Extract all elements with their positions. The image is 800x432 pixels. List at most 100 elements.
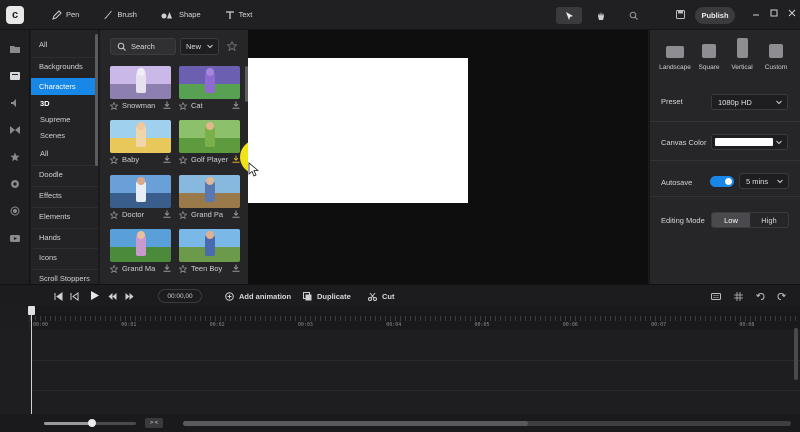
settings-icon[interactable] [10, 179, 20, 189]
subcategory-scenes[interactable]: Scenes [31, 127, 98, 143]
skip-start-icon[interactable] [54, 292, 63, 301]
download-icon[interactable] [163, 264, 171, 272]
play-icon[interactable] [89, 290, 100, 301]
audio-icon[interactable] [10, 98, 20, 108]
zoom-slider-handle[interactable] [88, 419, 96, 427]
duplicate-label: Duplicate [317, 292, 351, 301]
star-icon[interactable] [179, 101, 187, 110]
asset-tile[interactable]: Grand Pa [179, 175, 240, 219]
magnifier-icon [629, 11, 638, 20]
star-icon[interactable] [110, 210, 118, 219]
keyboard-icon[interactable] [711, 292, 721, 301]
maximize-icon[interactable] [770, 9, 778, 17]
asset-tile[interactable]: Golf Player [179, 120, 240, 164]
category-characters[interactable]: Characters [31, 78, 98, 95]
asset-tile[interactable]: Doctor [110, 175, 171, 219]
sort-select[interactable]: New [180, 38, 219, 55]
autosave-interval-select[interactable]: 5 mins [739, 173, 789, 189]
ratio-custom[interactable]: Custom [759, 42, 793, 71]
record-icon[interactable] [10, 206, 20, 216]
folder-icon[interactable] [10, 44, 20, 54]
duplicate-button[interactable]: Duplicate [303, 292, 351, 301]
pen-tool[interactable]: Pen [52, 9, 79, 20]
download-icon[interactable] [163, 101, 171, 109]
category-scroll-stoppers[interactable]: Scroll Stoppers [31, 269, 98, 284]
toggle-knob [725, 178, 732, 185]
redo-icon[interactable] [777, 292, 786, 301]
asset-tile[interactable]: Baby [110, 120, 171, 164]
editing-mode-high[interactable]: High [750, 213, 788, 227]
star-icon[interactable] [179, 155, 187, 164]
ratio-vertical-label: Vertical [731, 64, 753, 71]
star-icon[interactable] [110, 264, 118, 273]
download-icon[interactable] [163, 155, 171, 163]
category-effects[interactable]: Effects [31, 186, 98, 203]
category-icons[interactable]: Icons [31, 248, 98, 265]
library-icon[interactable] [10, 71, 20, 81]
autosave-toggle[interactable] [710, 176, 734, 187]
asset-search-input[interactable]: Search [110, 38, 176, 55]
ratio-vertical[interactable]: Vertical [725, 38, 759, 71]
brush-tool[interactable]: Brush [103, 10, 137, 20]
landscape-icon [666, 46, 684, 58]
pan-mode-button[interactable] [588, 7, 614, 24]
select-mode-button[interactable] [556, 7, 582, 24]
editing-mode-low[interactable]: Low [712, 213, 750, 227]
ratio-landscape[interactable]: Landscape [658, 42, 692, 71]
preset-select[interactable]: 1080p HD [711, 94, 788, 110]
star-icon[interactable] [179, 210, 187, 219]
timeline-vertical-scrollbar[interactable] [794, 328, 798, 380]
rewind-icon[interactable] [108, 292, 117, 301]
cut-button[interactable]: Cut [368, 292, 395, 301]
canvas[interactable] [248, 58, 468, 203]
category-elements[interactable]: Elements [31, 207, 98, 224]
category-hands[interactable]: Hands [31, 228, 98, 245]
timeline-scroll-thumb[interactable] [183, 421, 528, 426]
category-backgrounds[interactable]: Backgrounds [31, 57, 98, 74]
close-icon[interactable] [788, 9, 796, 17]
timeline-ruler[interactable]: 00:00 00:01 00:02 00:03 00:04 00:05 00:06 00:07… [30, 306, 800, 330]
video-icon[interactable] [10, 233, 20, 243]
app-logo[interactable]: c [6, 5, 24, 24]
favorites-icon[interactable] [10, 152, 20, 162]
star-icon[interactable] [110, 101, 118, 110]
star-icon[interactable] [179, 264, 187, 273]
save-icon[interactable] [676, 10, 685, 19]
minimize-icon[interactable] [752, 9, 760, 17]
shape-tool[interactable]: Shape [161, 10, 201, 20]
undo-icon[interactable] [756, 292, 765, 301]
ratio-custom-label: Custom [764, 64, 788, 71]
star-icon[interactable] [110, 155, 118, 164]
playhead-handle[interactable] [28, 306, 35, 315]
current-time-field[interactable]: 00:00,00 [158, 289, 202, 303]
category-doodle[interactable]: Doodle [31, 165, 98, 182]
transitions-icon[interactable] [10, 125, 20, 135]
download-icon[interactable] [232, 101, 240, 109]
fit-timeline-button[interactable]: > < [145, 418, 163, 428]
ratio-square[interactable]: Square [692, 42, 726, 71]
download-icon[interactable] [163, 210, 171, 218]
timeline-tracks[interactable] [0, 330, 800, 414]
asset-tile[interactable]: Teen Boy [179, 229, 240, 273]
category-scrollbar[interactable] [95, 34, 98, 166]
fast-forward-icon[interactable] [125, 292, 134, 301]
asset-tile[interactable]: Grand Ma [110, 229, 171, 273]
download-icon[interactable] [232, 264, 240, 272]
publish-button[interactable]: Publish [695, 7, 735, 24]
subcategory-all[interactable]: All [31, 145, 98, 161]
zoom-mode-button[interactable] [620, 7, 646, 24]
snap-grid-icon[interactable] [734, 292, 743, 301]
canvas-color-picker[interactable] [711, 134, 788, 150]
step-back-icon[interactable] [70, 292, 79, 301]
favorites-filter-icon[interactable] [227, 41, 237, 51]
asset-tile[interactable]: Snowman [110, 66, 171, 110]
asset-tile[interactable]: Cat [179, 66, 240, 110]
download-icon[interactable] [232, 155, 240, 163]
playhead[interactable] [31, 306, 32, 414]
subcategory-supreme[interactable]: Supreme [31, 111, 98, 127]
download-icon[interactable] [232, 210, 240, 218]
subcategory-3d[interactable]: 3D [31, 95, 98, 111]
text-tool[interactable]: Text [225, 10, 252, 20]
category-all[interactable]: All [31, 36, 98, 53]
add-animation-button[interactable]: Add animation [225, 292, 291, 301]
